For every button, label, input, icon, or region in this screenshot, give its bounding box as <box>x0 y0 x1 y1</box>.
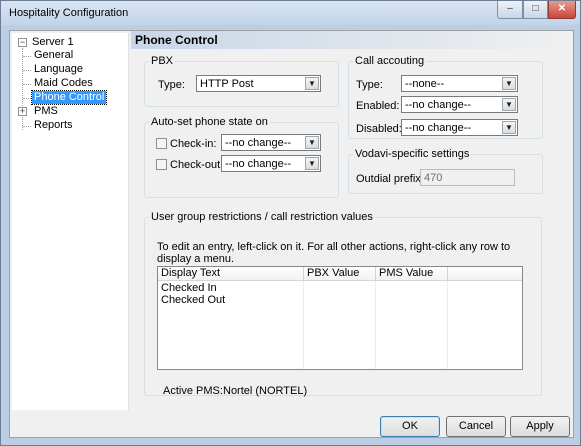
dropdown-arrow-icon: ▼ <box>502 98 516 111</box>
checkout-label: Check-out: <box>170 159 224 171</box>
apply-button[interactable]: Apply <box>510 416 570 437</box>
table-header: Display Text PBX Value PMS Value <box>158 267 522 281</box>
checkin-value: --no change-- <box>225 137 292 149</box>
column-header-pbx-value[interactable]: PBX Value <box>304 267 376 280</box>
minimize-button[interactable]: – <box>497 1 523 19</box>
ca-disabled-select[interactable]: --no change-- ▼ <box>401 119 518 136</box>
restrictions-instructions: To edit an entry, left-click on it. For … <box>157 241 511 265</box>
ca-type-select[interactable]: --none-- ▼ <box>401 75 518 92</box>
checkin-select[interactable]: --no change-- ▼ <box>221 134 321 151</box>
ca-type-value: --none-- <box>405 78 445 90</box>
tree-line <box>23 126 31 127</box>
dropdown-arrow-icon: ▼ <box>502 77 516 90</box>
grid-column-line <box>376 281 448 369</box>
dialog-client: − Server 1 General Language Maid Codes P… <box>9 30 574 438</box>
collapse-server-icon[interactable]: − <box>18 38 27 47</box>
navigation-tree[interactable]: − Server 1 General Language Maid Codes P… <box>12 33 129 410</box>
app-window: Hospitality Configuration – □ ✕ − Server… <box>0 0 581 446</box>
window-title: Hospitality Configuration <box>9 7 129 19</box>
dropdown-arrow-icon: ▼ <box>502 121 516 134</box>
pbx-type-value: HTTP Post <box>200 78 254 90</box>
dropdown-arrow-icon: ▼ <box>305 157 319 170</box>
dropdown-arrow-icon: ▼ <box>305 136 319 149</box>
tree-line <box>23 98 31 99</box>
checkin-label: Check-in: <box>170 138 217 150</box>
outdial-prefix-input[interactable]: 470 <box>420 169 515 186</box>
restrictions-group: User group restrictions / call restricti… <box>144 211 542 397</box>
pbx-legend: PBX <box>151 55 174 67</box>
checkout-value: --no change-- <box>225 158 292 170</box>
ca-enabled-select[interactable]: --no change-- ▼ <box>401 96 518 113</box>
pbx-type-label: Type: <box>158 79 185 91</box>
tree-item-general[interactable]: General <box>32 49 75 62</box>
ca-enabled-value: --no change-- <box>405 99 472 111</box>
ca-type-label: Type: <box>356 79 383 91</box>
tree-item-pms[interactable]: PMS <box>32 105 60 118</box>
tree-item-reports[interactable]: Reports <box>32 119 75 132</box>
autoset-legend: Auto-set phone state on <box>151 116 268 128</box>
close-button[interactable]: ✕ <box>548 1 576 19</box>
active-pms-label: Active PMS: <box>163 385 223 397</box>
outdial-prefix-value: 470 <box>424 172 443 184</box>
checkout-checkbox[interactable] <box>156 159 167 170</box>
table-row-checked-in[interactable]: Checked In <box>158 282 304 294</box>
tree-line <box>22 48 23 130</box>
tree-line <box>23 84 31 85</box>
tree-item-maid-codes[interactable]: Maid Codes <box>32 77 95 90</box>
title-bar[interactable]: Hospitality Configuration – □ ✕ <box>1 1 580 25</box>
maximize-button[interactable]: □ <box>523 1 548 19</box>
ca-enabled-label: Enabled: <box>356 100 400 112</box>
ca-disabled-value: --no change-- <box>405 122 472 134</box>
pbx-type-select[interactable]: HTTP Post ▼ <box>196 75 321 92</box>
grid-column-line <box>304 281 376 369</box>
tree-item-phone-control[interactable]: Phone Control <box>30 90 108 105</box>
tree-item-server-1[interactable]: Server 1 <box>30 36 76 49</box>
ok-button[interactable]: OK <box>380 416 440 437</box>
checkout-select[interactable]: --no change-- ▼ <box>221 155 321 172</box>
active-pms-value: Nortel (NORTEL) <box>223 385 308 397</box>
panel-title: Phone Control <box>135 33 218 47</box>
outdial-prefix-label: Outdial prefix: <box>356 173 424 185</box>
restrictions-legend: User group restrictions / call restricti… <box>151 211 373 223</box>
panel-header: Phone Control <box>131 31 573 49</box>
dropdown-arrow-icon: ▼ <box>305 77 319 90</box>
tree-line <box>23 70 31 71</box>
checkin-checkbox[interactable] <box>156 138 167 149</box>
tree-line <box>23 56 31 57</box>
restrictions-table[interactable]: Display Text PBX Value PMS Value Checked… <box>157 266 523 370</box>
cancel-button[interactable]: Cancel <box>446 416 506 437</box>
table-row-checked-out[interactable]: Checked Out <box>158 294 304 306</box>
column-header-display-text[interactable]: Display Text <box>158 267 304 280</box>
column-header-pms-value[interactable]: PMS Value <box>376 267 448 280</box>
tree-item-language[interactable]: Language <box>32 63 85 76</box>
call-accounting-legend: Call accouting <box>355 55 425 67</box>
ca-disabled-label: Disabled: <box>356 123 402 135</box>
expand-pms-icon[interactable]: + <box>18 107 27 116</box>
vodavi-legend: Vodavi-specific settings <box>355 148 470 160</box>
